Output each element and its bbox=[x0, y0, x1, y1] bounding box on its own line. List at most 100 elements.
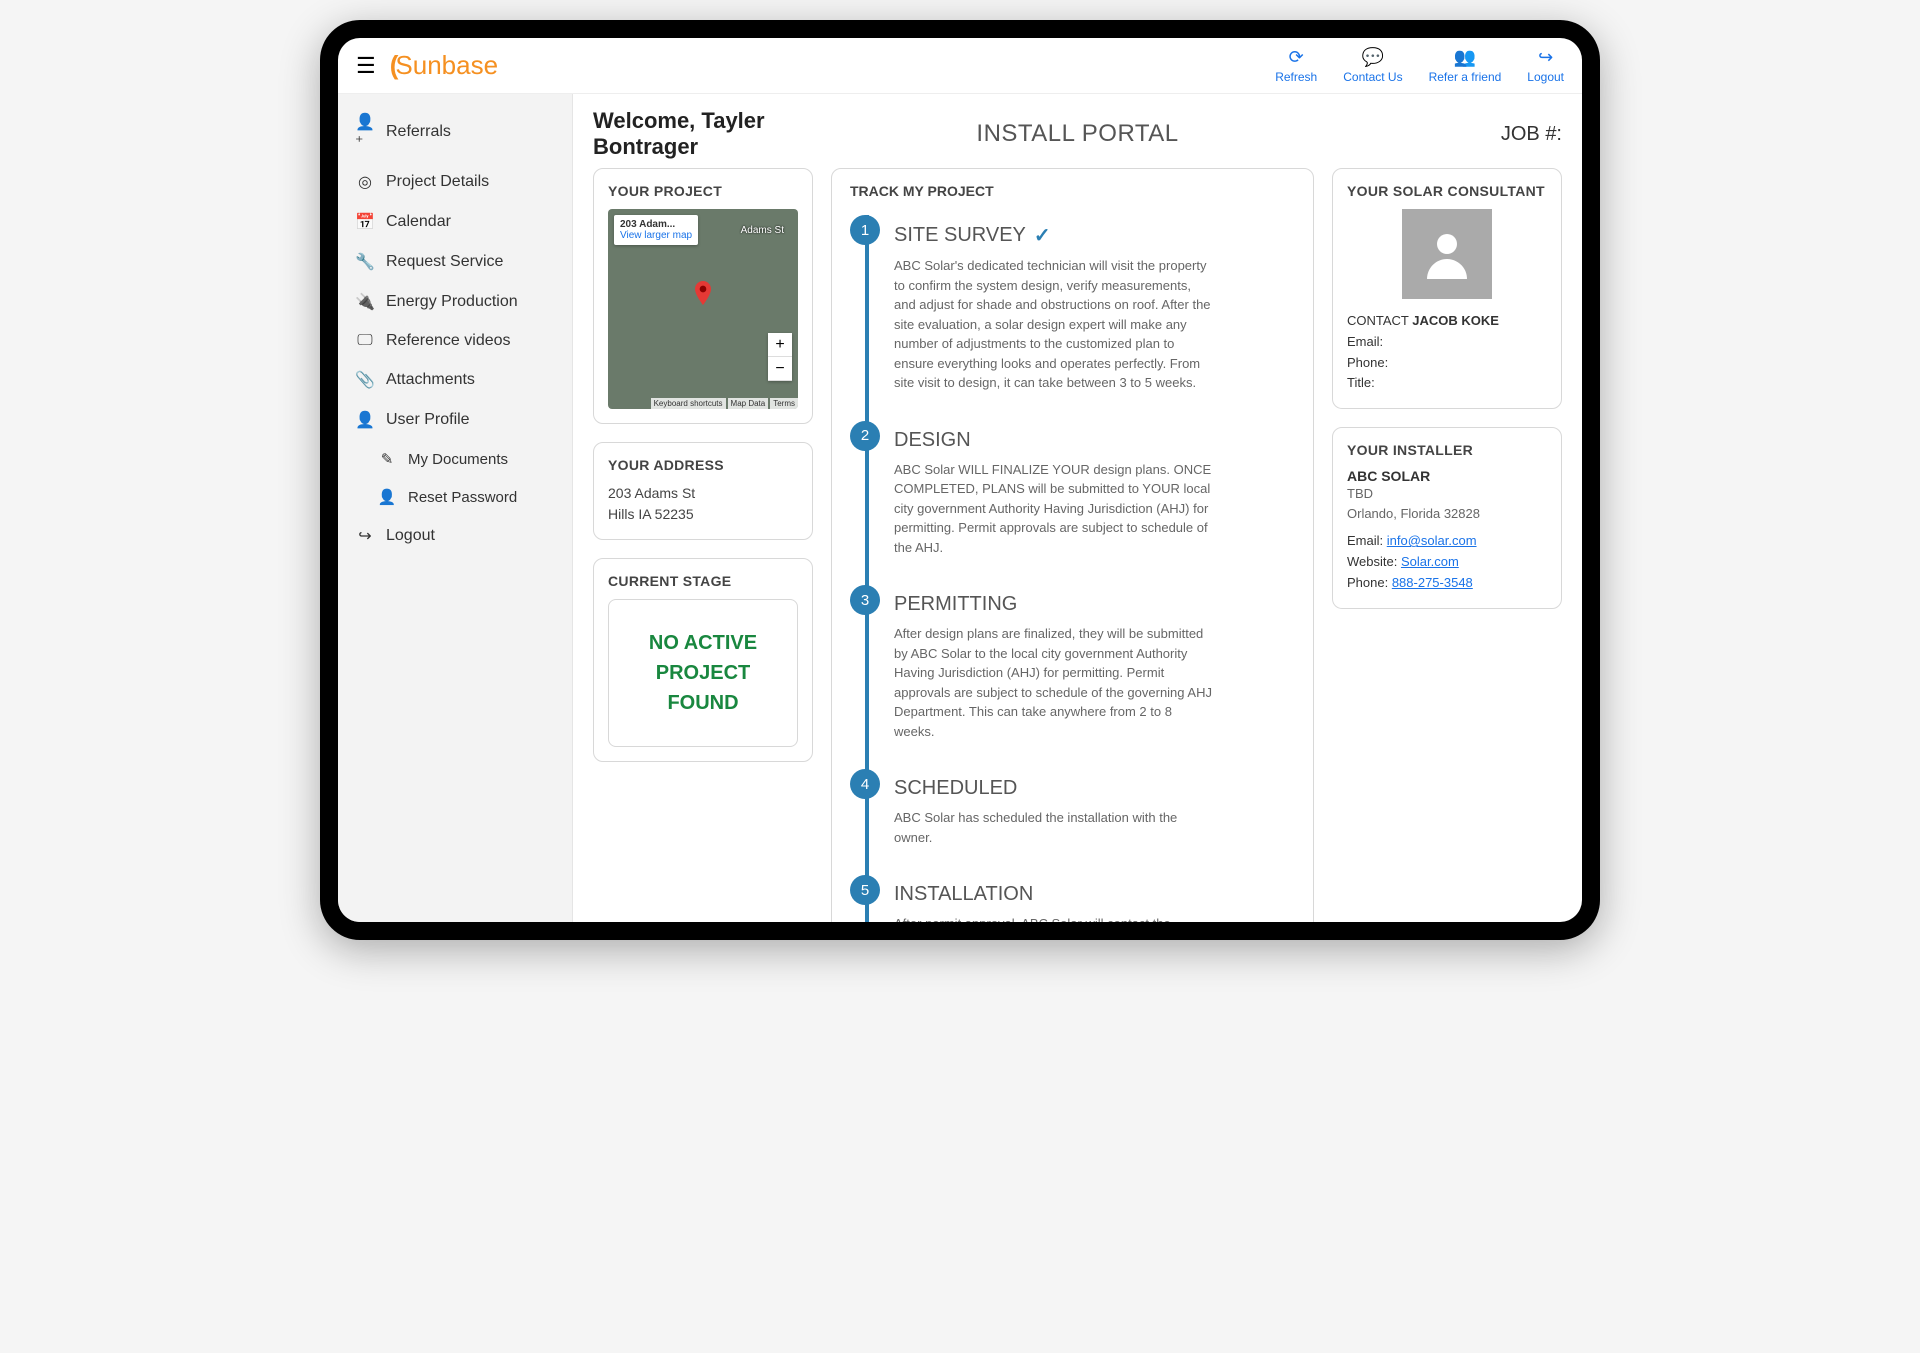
contact-label: CONTACT bbox=[1347, 313, 1409, 328]
monitor-icon: 🖵 bbox=[356, 332, 374, 350]
sidebar-item-attachments[interactable]: 📎 Attachments bbox=[338, 360, 572, 400]
topbar-actions: ⟳ Refresh 💬 Contact Us 👥 Refer a friend … bbox=[1275, 47, 1564, 84]
columns: YOUR PROJECT 203 Adam... View larger map… bbox=[593, 168, 1562, 922]
card-title: YOUR PROJECT bbox=[608, 183, 798, 199]
logo[interactable]: ( Sunbase bbox=[390, 50, 498, 81]
step-description: After design plans are finalized, they w… bbox=[894, 624, 1214, 741]
tablet-frame: ☰ ( Sunbase ⟳ Refresh 💬 Contact Us 👥 Ref… bbox=[320, 20, 1600, 940]
timeline-step: 2 DESIGN ABC Solar WILL FINALIZE YOUR de… bbox=[894, 421, 1295, 558]
map-pin-icon bbox=[695, 281, 711, 305]
nav-label: Referrals bbox=[386, 123, 451, 141]
sidebar-item-reset-password[interactable]: 👤 Reset Password bbox=[338, 478, 572, 516]
installer-email-link[interactable]: info@solar.com bbox=[1387, 533, 1477, 548]
people-icon: 👥 bbox=[1454, 47, 1476, 68]
nav-label: Request Service bbox=[386, 253, 503, 271]
refresh-button[interactable]: ⟳ Refresh bbox=[1275, 47, 1317, 84]
installer-line1: TBD bbox=[1347, 484, 1547, 504]
zoom-out-button[interactable]: − bbox=[768, 357, 792, 381]
target-icon: ◎ bbox=[356, 172, 374, 192]
content: Welcome, Tayler Bontrager INSTALL PORTAL… bbox=[573, 94, 1582, 922]
sidebar-item-project-details[interactable]: ◎ Project Details bbox=[338, 162, 572, 202]
timeline: 1 SITE SURVEY ✓ ABC Solar's dedicated te… bbox=[850, 215, 1295, 922]
timeline-step: 1 SITE SURVEY ✓ ABC Solar's dedicated te… bbox=[894, 215, 1295, 393]
project-map[interactable]: 203 Adam... View larger map Adams St + − bbox=[608, 209, 798, 409]
title-label: Title: bbox=[1347, 375, 1375, 390]
calendar-icon: 📅 bbox=[356, 212, 374, 232]
sidebar: 👤⁺ Referrals ◎ Project Details 📅 Calenda… bbox=[338, 94, 573, 922]
consultant-title-row: Title: bbox=[1347, 373, 1547, 394]
sidebar-item-request-service[interactable]: 🔧 Request Service bbox=[338, 242, 572, 282]
step-title-text: SCHEDULED bbox=[894, 777, 1017, 800]
phone-label: Phone: bbox=[1347, 355, 1388, 370]
email-label: Email: bbox=[1347, 533, 1383, 548]
step-number: 3 bbox=[850, 585, 880, 615]
stage-box: NO ACTIVE PROJECT FOUND bbox=[608, 599, 798, 747]
installer-website-link[interactable]: Solar.com bbox=[1401, 554, 1459, 569]
sidebar-item-logout[interactable]: ↪ Logout bbox=[338, 516, 572, 556]
sidebar-item-energy-production[interactable]: 🔌 Energy Production bbox=[338, 282, 572, 322]
logout-button[interactable]: ↪ Logout bbox=[1527, 47, 1564, 84]
current-stage-card: CURRENT STAGE NO ACTIVE PROJECT FOUND bbox=[593, 558, 813, 762]
sidebar-item-user-profile[interactable]: 👤 User Profile bbox=[338, 400, 572, 440]
card-title: YOUR SOLAR CONSULTANT bbox=[1347, 183, 1547, 199]
installer-email-row: Email: info@solar.com bbox=[1347, 531, 1547, 552]
sidebar-item-my-documents[interactable]: ✎ My Documents bbox=[338, 440, 572, 478]
map-data[interactable]: Map Data bbox=[728, 398, 769, 409]
map-street-label: Adams St bbox=[741, 225, 784, 236]
step-number: 2 bbox=[850, 421, 880, 451]
step-title: PERMITTING bbox=[894, 593, 1295, 616]
nav-label: Attachments bbox=[386, 371, 475, 389]
nav-label: Reference videos bbox=[386, 332, 511, 350]
right-column: YOUR SOLAR CONSULTANT CONTACT JACOB KOKE… bbox=[1332, 168, 1562, 922]
step-title-text: INSTALLATION bbox=[894, 883, 1033, 906]
portal-title: INSTALL PORTAL bbox=[813, 120, 1342, 148]
welcome-text: Welcome, Tayler Bontrager bbox=[593, 108, 813, 160]
paperclip-icon: 📎 bbox=[356, 370, 374, 390]
sidebar-item-referrals[interactable]: 👤⁺ Referrals bbox=[338, 102, 572, 162]
person-icon bbox=[1417, 224, 1477, 284]
map-address: 203 Adam... bbox=[620, 219, 692, 230]
step-number: 1 bbox=[850, 215, 880, 245]
sidebar-item-calendar[interactable]: 📅 Calendar bbox=[338, 202, 572, 242]
consultant-phone-row: Phone: bbox=[1347, 353, 1547, 374]
step-title: SCHEDULED bbox=[894, 777, 1295, 800]
wrench-icon: 🔧 bbox=[356, 252, 374, 272]
consultant-contact: CONTACT JACOB KOKE bbox=[1347, 311, 1547, 332]
card-title: YOUR INSTALLER bbox=[1347, 442, 1547, 458]
logout-label: Logout bbox=[1527, 70, 1564, 84]
step-title: SITE SURVEY ✓ bbox=[894, 223, 1295, 248]
email-label: Email: bbox=[1347, 334, 1383, 349]
installer-phone-link[interactable]: 888-275-3548 bbox=[1392, 575, 1473, 590]
map-zoom-controls: + − bbox=[768, 333, 792, 381]
contact-us-button[interactable]: 💬 Contact Us bbox=[1343, 47, 1402, 84]
installer-phone-row: Phone: 888-275-3548 bbox=[1347, 573, 1547, 594]
logo-text: Sunbase bbox=[395, 50, 498, 81]
checkmark-icon: ✓ bbox=[1034, 223, 1051, 248]
chat-icon: 💬 bbox=[1362, 47, 1384, 68]
map-terms[interactable]: Terms bbox=[770, 398, 798, 409]
track-my-project-card: TRACK MY PROJECT 1 SITE SURVEY ✓ ABC Sol… bbox=[831, 168, 1314, 922]
nav-label: Logout bbox=[386, 527, 435, 545]
timeline-step: 3 PERMITTING After design plans are fina… bbox=[894, 585, 1295, 741]
zoom-in-button[interactable]: + bbox=[768, 333, 792, 357]
plug-icon: 🔌 bbox=[356, 292, 374, 312]
card-title: TRACK MY PROJECT bbox=[850, 183, 1295, 199]
card-title: YOUR ADDRESS bbox=[608, 457, 798, 473]
installer-website-row: Website: Solar.com bbox=[1347, 552, 1547, 573]
step-description: ABC Solar has scheduled the installation… bbox=[894, 808, 1214, 847]
step-description: ABC Solar's dedicated technician will vi… bbox=[894, 256, 1214, 393]
step-title-text: DESIGN bbox=[894, 429, 971, 452]
logout-icon: ↪ bbox=[1538, 47, 1553, 68]
step-description: ABC Solar WILL FINALIZE YOUR design plan… bbox=[894, 460, 1214, 558]
nav-label: Calendar bbox=[386, 213, 451, 231]
refresh-label: Refresh bbox=[1275, 70, 1317, 84]
sidebar-item-reference-videos[interactable]: 🖵 Reference videos bbox=[338, 322, 572, 360]
consultant-name: JACOB KOKE bbox=[1412, 313, 1499, 328]
timeline-line bbox=[865, 215, 869, 922]
refer-friend-button[interactable]: 👥 Refer a friend bbox=[1429, 47, 1502, 84]
view-larger-map-link[interactable]: View larger map bbox=[620, 230, 692, 241]
your-solar-consultant-card: YOUR SOLAR CONSULTANT CONTACT JACOB KOKE… bbox=[1332, 168, 1562, 409]
menu-icon[interactable]: ☰ bbox=[356, 53, 376, 79]
consultant-email-row: Email: bbox=[1347, 332, 1547, 353]
map-keyboard[interactable]: Keyboard shortcuts bbox=[651, 398, 726, 409]
